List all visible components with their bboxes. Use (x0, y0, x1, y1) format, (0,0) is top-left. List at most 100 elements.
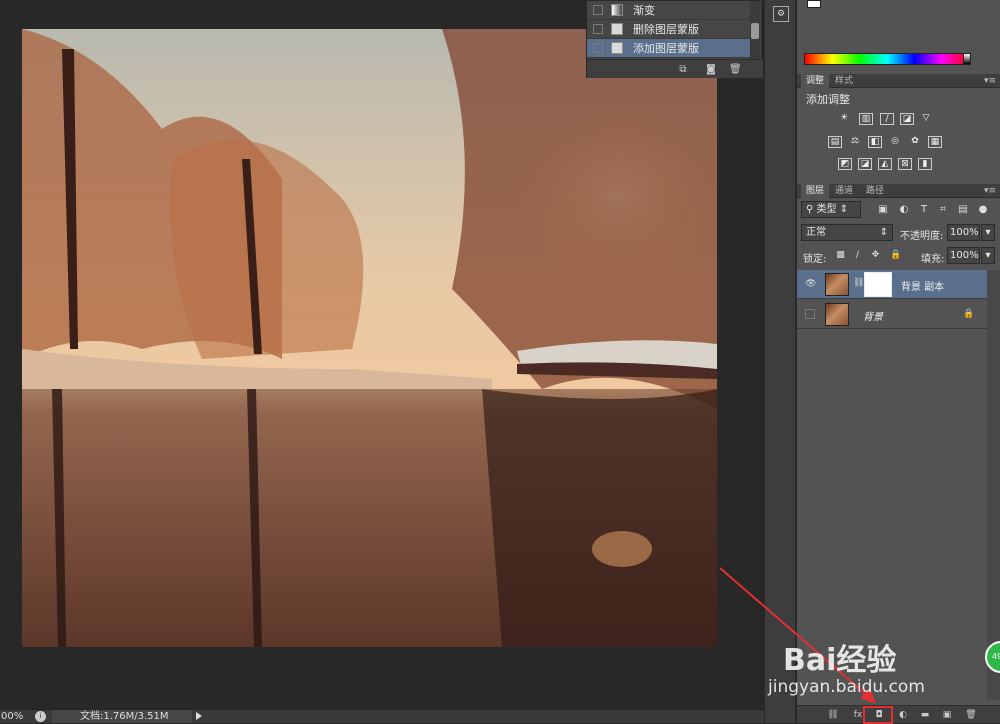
invert-icon[interactable]: ◩ (838, 158, 852, 170)
color-panel-icon[interactable]: ⚙ (773, 6, 789, 22)
status-menu-arrow-icon[interactable] (196, 712, 202, 720)
layer-filter-value: 类型 (816, 204, 837, 215)
trash-icon[interactable]: 🗑 (965, 709, 977, 721)
blend-mode-select[interactable]: 正常 ⇕ (801, 224, 893, 241)
black-white-icon[interactable]: ◧ (868, 136, 882, 148)
layer-mask-thumbnail[interactable] (864, 272, 892, 297)
watermark-logo: Bai经验 (783, 643, 897, 678)
layer-thumbnail (825, 303, 849, 326)
gradient-icon (611, 4, 623, 16)
color-spectrum-bw[interactable] (963, 53, 971, 65)
layer-name[interactable]: 背景 (863, 308, 883, 323)
history-panel: 渐变 删除图层蒙版 添加图层蒙版 ⧉ ◙ 🗑 (586, 0, 763, 78)
blend-mode-value: 正常 (806, 227, 826, 238)
levels-icon[interactable]: ▥ (859, 113, 873, 125)
document-icon (611, 23, 623, 35)
brightness-icon[interactable]: ☀ (837, 113, 851, 125)
chain-link-icon[interactable]: ⛓ (853, 278, 864, 288)
adjust-tab-bar: 调整 样式 ▾≡ (797, 74, 1000, 88)
new-group-icon[interactable]: ▬ (919, 709, 931, 721)
history-checkbox[interactable] (593, 43, 603, 53)
pixel-filter-icon[interactable]: ▣ (877, 204, 889, 216)
canvas-image[interactable] (22, 29, 717, 647)
fill-dropdown[interactable]: ▾ (981, 247, 995, 264)
history-item-gradient[interactable]: 渐变 (587, 1, 751, 20)
history-item-label: 添加图层蒙版 (633, 42, 699, 55)
history-checkbox[interactable] (593, 5, 603, 15)
lock-move-icon[interactable]: ✥ (870, 250, 881, 261)
text-filter-icon[interactable]: T (918, 204, 930, 216)
lock-all-icon[interactable]: 🔒 (890, 250, 901, 261)
zoom-level[interactable]: 00% (0, 710, 30, 723)
selective-color-icon[interactable]: ⊠ (898, 158, 912, 170)
watermark-url: jingyan.baidu.com (768, 677, 925, 697)
color-spectrum[interactable] (804, 53, 970, 65)
watermark: Bai经验 jingyan.baidu.com (763, 615, 963, 697)
new-document-from-state-icon[interactable]: ⧉ (677, 64, 689, 75)
layer-row-background-copy[interactable]: 👁 ⛓ 背景 副本 (797, 270, 987, 299)
color-panel (797, 0, 1000, 74)
color-balance-icon[interactable]: ⚖ (848, 136, 862, 148)
layers-scrollbar[interactable] (987, 270, 1000, 700)
shape-filter-icon[interactable]: ⌗ (937, 204, 949, 216)
snapshot-camera-icon[interactable]: ◙ (705, 64, 717, 75)
new-fill-adjustment-icon[interactable]: ◐ (897, 709, 909, 721)
tab-styles[interactable]: 样式 (830, 74, 858, 88)
tab-adjustments[interactable]: 调整 (801, 74, 830, 88)
history-item-delete-mask[interactable]: 删除图层蒙版 (587, 20, 751, 39)
panel-menu-icon[interactable]: ▾≡ (984, 74, 996, 88)
document-icon (611, 42, 623, 54)
smart-object-filter-icon[interactable]: ▤ (957, 204, 969, 216)
tab-layers[interactable]: 图层 (801, 184, 830, 198)
lock-transparent-icon[interactable]: ▩ (835, 250, 846, 261)
foreground-swatch[interactable] (807, 0, 821, 8)
adjustment-filter-icon[interactable]: ◐ (898, 204, 910, 216)
history-scrollbar[interactable] (750, 1, 760, 59)
lock-label: 锁定: (803, 254, 827, 265)
eye-icon[interactable]: 👁 (805, 279, 816, 289)
opacity-input[interactable]: 100% (947, 224, 980, 241)
tab-paths[interactable]: 路径 (861, 184, 889, 198)
status-info-icon[interactable]: i (35, 711, 46, 722)
curves-icon[interactable]: ∕ (880, 113, 894, 125)
layer-filter-select[interactable]: ⚲ 类型 ⇕ (801, 201, 861, 218)
hue-saturation-icon[interactable]: ▤ (828, 136, 842, 148)
lock-paint-icon[interactable]: ∕ (852, 250, 863, 261)
threshold-icon[interactable]: ◭ (878, 158, 892, 170)
layer-row-background[interactable]: 背景 🔒 (797, 300, 987, 329)
link-layers-icon[interactable]: ⛓ (827, 709, 839, 721)
opacity-dropdown[interactable]: ▾ (981, 224, 995, 241)
channel-mixer-icon[interactable]: ✿ (908, 136, 922, 148)
scroll-thumb[interactable] (751, 23, 759, 39)
layer-thumbnail (825, 273, 849, 296)
document-info: 文档:1.76M/3.51M (52, 710, 192, 723)
tab-channels[interactable]: 通道 (830, 184, 858, 198)
lock-icon: 🔒 (963, 309, 975, 319)
status-bar: 00% i 文档:1.76M/3.51M (0, 709, 764, 723)
search-icon: ⚲ (806, 204, 817, 215)
panel-menu-icon[interactable]: ▾≡ (984, 184, 996, 198)
new-layer-icon[interactable]: ▣ (941, 709, 953, 721)
color-lookup-icon[interactable]: ▦ (928, 136, 942, 148)
winter-river-photo (22, 29, 717, 647)
fill-label: 填充: (921, 254, 945, 265)
history-checkbox[interactable] (593, 24, 603, 34)
gradient-map-icon[interactable]: ▮ (918, 158, 932, 170)
visibility-toggle[interactable] (805, 309, 815, 319)
exposure-icon[interactable]: ◪ (900, 113, 914, 125)
history-footer: ⧉ ◙ 🗑 (587, 59, 763, 78)
trash-icon[interactable]: 🗑 (729, 64, 742, 75)
history-item-label: 删除图层蒙版 (633, 23, 699, 36)
history-item-add-mask[interactable]: 添加图层蒙版 (587, 39, 751, 58)
photo-filter-icon[interactable]: ◎ (888, 136, 902, 148)
fill-input[interactable]: 100% (947, 247, 980, 264)
layers-tab-bar: 图层 通道 路径 ▾≡ (797, 184, 1000, 198)
filter-toggle-icon[interactable]: ● (977, 204, 989, 216)
history-item-label: 渐变 (633, 4, 655, 17)
opacity-label: 不透明度: (900, 231, 944, 242)
chevron-down-icon: ⇕ (879, 227, 888, 238)
vibrance-icon[interactable]: ▽ (919, 113, 933, 125)
posterize-icon[interactable]: ◪ (858, 158, 872, 170)
adjust-title: 添加调整 (806, 93, 850, 106)
layer-name[interactable]: 背景 副本 (901, 278, 944, 293)
